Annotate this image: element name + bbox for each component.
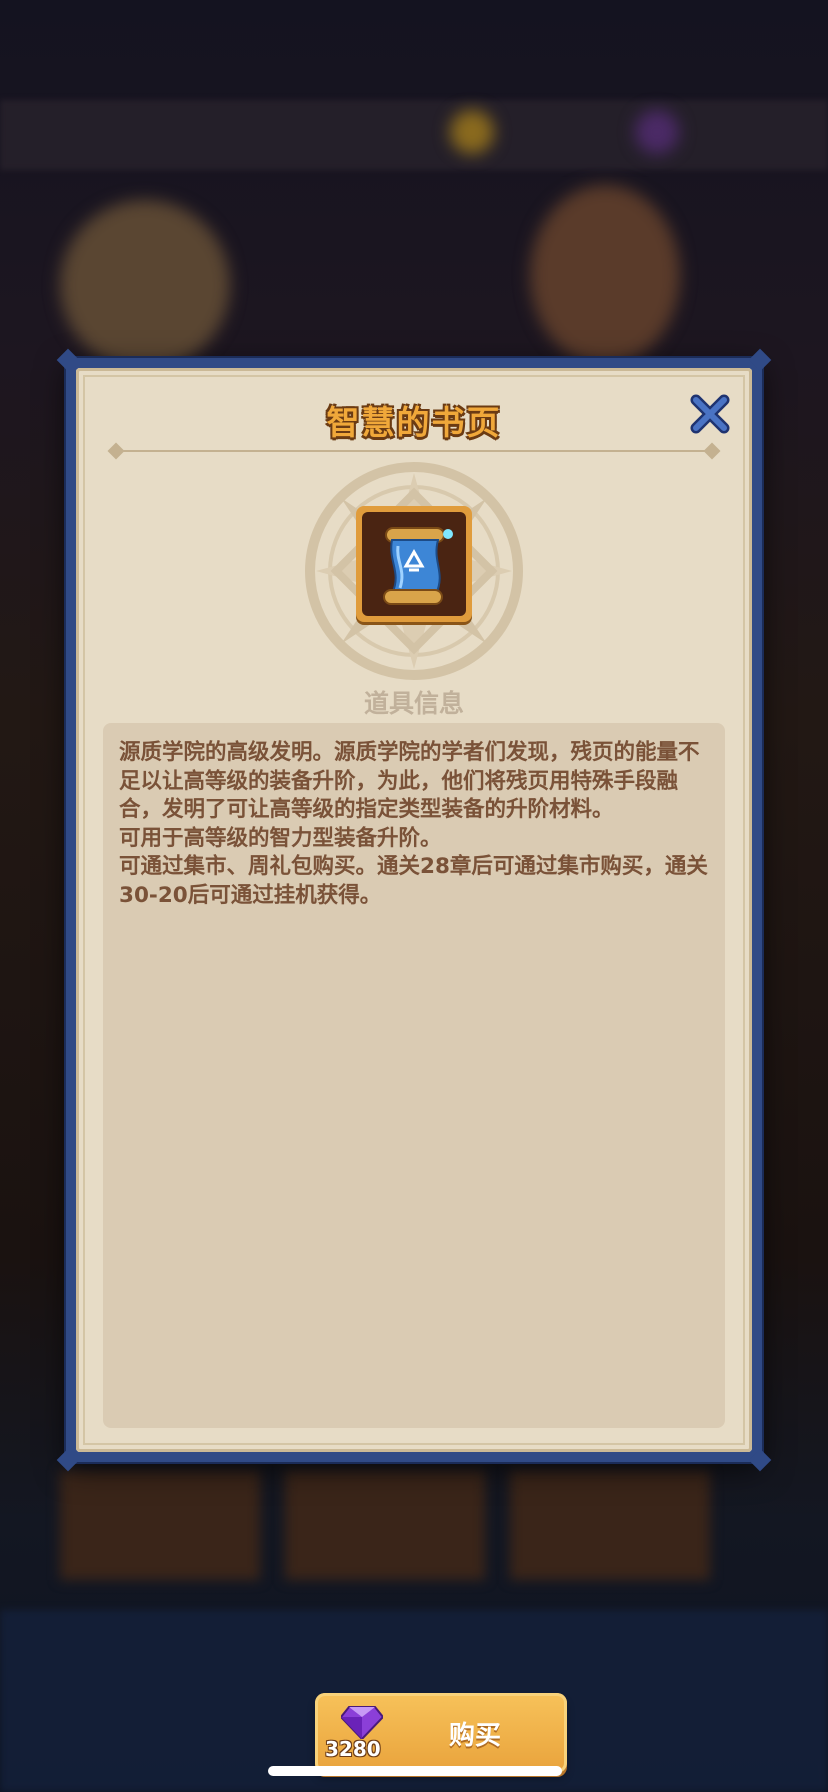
dialog-panel: 智慧的书页 道具信息 源质学院的高级发明。源质学院的学者们发现，残页的能量不足以… xyxy=(76,368,752,1773)
background-top-bar xyxy=(0,100,828,170)
item-icon-frame xyxy=(356,506,472,622)
purple-gem-icon xyxy=(341,1706,383,1739)
buy-button-label: 购买 xyxy=(448,1721,501,1751)
home-indicator[interactable] xyxy=(268,1766,562,1776)
item-info-dialog: 智慧的书页 道具信息 源质学院的高级发明。源质学院的学者们发现，残页的能量不足以… xyxy=(56,348,772,1773)
background-gem-icon xyxy=(635,110,679,154)
background-card-2 xyxy=(285,1470,485,1580)
price-label: 3280 xyxy=(325,1737,381,1761)
dialog-title: 智慧的书页 xyxy=(326,403,502,442)
section-label: 道具信息 xyxy=(363,689,464,718)
background-coin-icon xyxy=(450,110,494,154)
title-divider xyxy=(116,450,712,452)
close-button[interactable] xyxy=(686,390,734,438)
description-box: 源质学院的高级发明。源质学院的学者们发现，残页的能量不足以让高等级的装备升阶，为… xyxy=(103,723,725,1773)
close-x-icon xyxy=(690,394,730,434)
scroll-icon xyxy=(383,527,453,605)
buy-button[interactable]: 3280 购买 xyxy=(315,1693,567,1773)
background-card-1 xyxy=(60,1470,260,1580)
item-description: 源质学院的高级发明。源质学院的学者们发现，残页的能量不足以让高等级的装备升阶，为… xyxy=(119,740,708,908)
background-portrait-right xyxy=(530,185,680,365)
background-card-3 xyxy=(510,1470,710,1580)
background-portrait-left xyxy=(60,200,230,370)
